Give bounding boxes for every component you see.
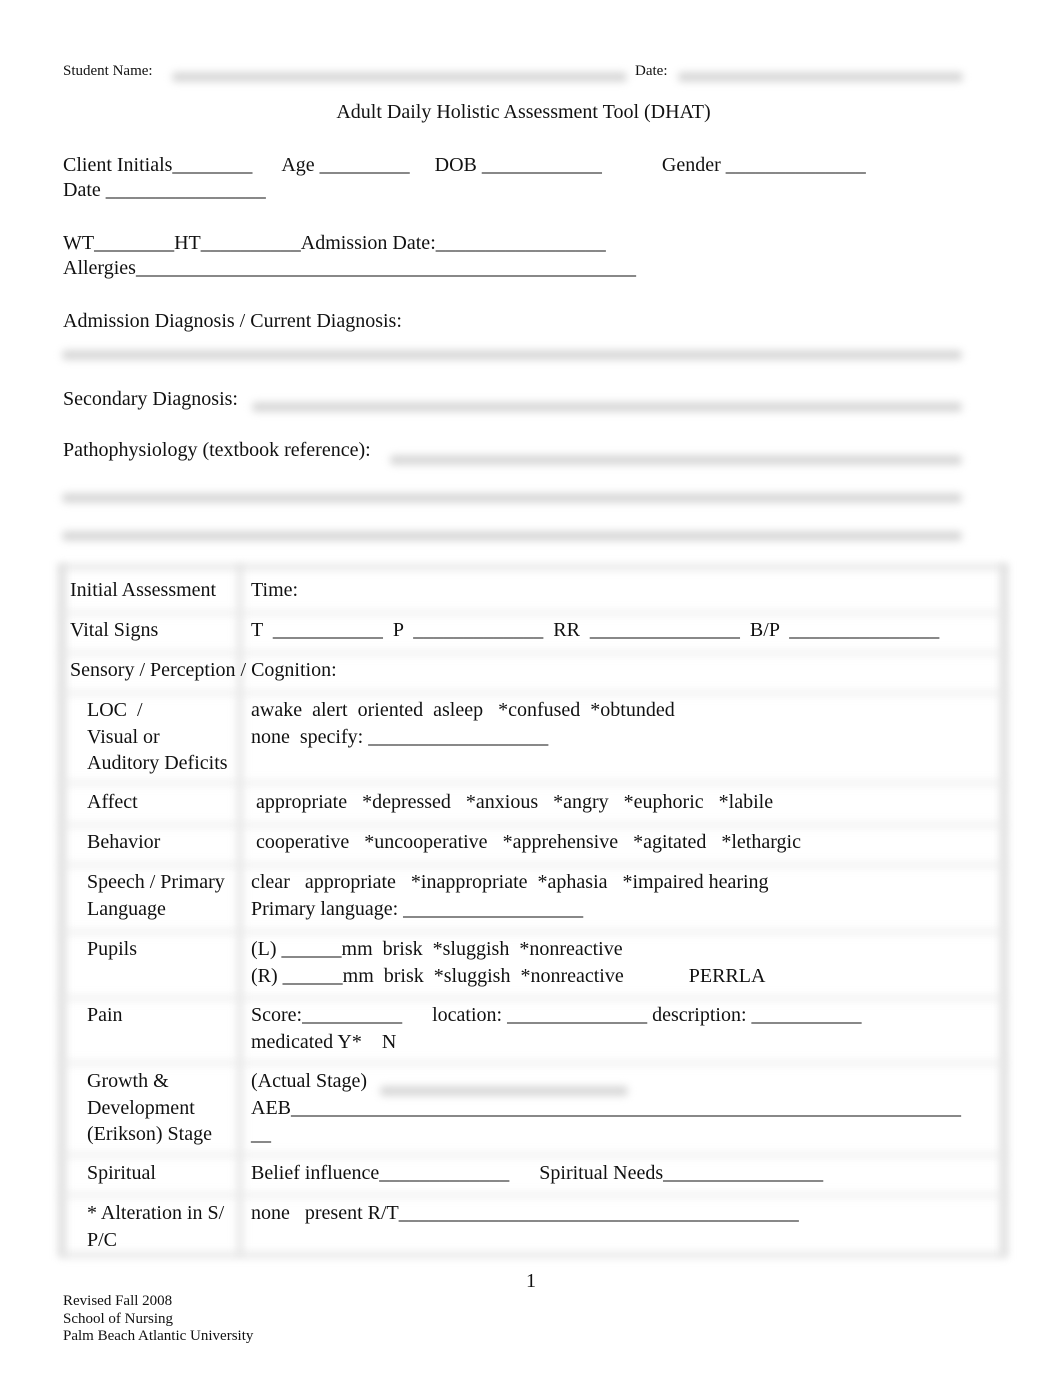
pain-label: Pain	[87, 1004, 123, 1026]
university-name: Palm Beach Atlantic University	[63, 1328, 254, 1344]
spiritual-options: Belief influence_____________ Spiritual …	[251, 1162, 824, 1184]
client-line-3: WT________HT__________Admission Date:___…	[63, 232, 606, 254]
pupils-options: (L) ______mm brisk *sluggish *nonreactiv…	[251, 938, 623, 960]
secondary-diagnosis-label: Secondary Diagnosis:	[63, 388, 238, 410]
school-name: School of Nursing	[63, 1311, 173, 1327]
student-name-field[interactable]	[172, 72, 627, 82]
loc-deficits-label: Visual or	[87, 725, 160, 748]
page-number: 1	[526, 1270, 536, 1292]
growth-development-options: (Actual Stage)	[251, 1070, 368, 1092]
admission-diagnosis-field[interactable]	[62, 350, 962, 360]
affect-options: appropriate *depressed *anxious *angry *…	[251, 791, 774, 813]
growth-development-options: __	[251, 1123, 271, 1145]
growth-development-label: (Erikson) Stage	[87, 1123, 212, 1145]
vital-signs-label: Vital Signs	[70, 619, 159, 641]
loc-deficits-label: Auditory Deficits	[87, 752, 228, 774]
pathophysiology-field[interactable]	[390, 455, 962, 465]
pathophysiology-field-2[interactable]	[62, 493, 962, 503]
growth-development-label: Growth &	[87, 1070, 169, 1092]
behavior-options: cooperative *uncooperative *apprehensive…	[251, 831, 801, 853]
spiritual-label: Spiritual	[87, 1162, 156, 1184]
pain-options: medicated Y* N	[251, 1030, 397, 1053]
student-name-label: Student Name:	[63, 63, 153, 79]
growth-development-options: AEB_____________________________________…	[251, 1096, 961, 1119]
alteration-sp-options: none present R/T________________________…	[251, 1202, 799, 1224]
secondary-diagnosis-field[interactable]	[252, 402, 962, 412]
pain-options: Score:__________ location: _____________…	[251, 1004, 862, 1026]
loc-deficits-options: awake alert oriented asleep *confused *o…	[251, 699, 675, 721]
affect-label: Affect	[87, 791, 138, 813]
growth-development-label: Development	[87, 1096, 195, 1119]
speech-language-options: clear appropriate *inappropriate *aphasi…	[251, 871, 769, 893]
allergies-line: Allergies_______________________________…	[63, 257, 636, 279]
vital-signs-fields: T ___________ P _____________ RR _______…	[251, 619, 940, 641]
date-label: Date:	[635, 63, 668, 79]
behavior-label: Behavior	[87, 831, 161, 853]
alteration-sp-label: * Alteration in S/	[87, 1202, 225, 1224]
loc-deficits-options: none specify: __________________	[251, 725, 549, 748]
pupils-options: (R) ______mm brisk *sluggish *nonreactiv…	[251, 964, 766, 987]
revised-note: Revised Fall 2008	[63, 1293, 173, 1309]
document-page: Student Name: Date: Adult Daily Holistic…	[0, 0, 1062, 1377]
speech-language-label: Speech / Primary	[87, 871, 225, 893]
section-heading: Sensory / Perception / Cognition:	[70, 659, 337, 681]
initial-assessment-label: Initial Assessment	[70, 579, 217, 601]
admission-diagnosis-label: Admission Diagnosis / Current Diagnosis:	[63, 310, 402, 332]
speech-language-label: Language	[87, 897, 166, 920]
client-line-1: Client Initials________ Age _________ DO…	[63, 154, 866, 176]
client-line-2: Date ________________	[63, 179, 266, 201]
page-title: Adult Daily Holistic Assessment Tool (DH…	[336, 101, 711, 123]
actual-stage-field[interactable]	[380, 1086, 628, 1096]
alteration-sp-label: P/C	[87, 1228, 118, 1251]
speech-language-options: Primary language: __________________	[251, 897, 584, 920]
pupils-label: Pupils	[87, 938, 138, 960]
pathophysiology-label: Pathophysiology (textbook reference):	[63, 439, 371, 461]
date-field[interactable]	[678, 72, 963, 82]
time-label: Time:	[251, 579, 299, 601]
loc-deficits-label: LOC /	[87, 699, 143, 721]
pathophysiology-field-3[interactable]	[62, 531, 962, 541]
